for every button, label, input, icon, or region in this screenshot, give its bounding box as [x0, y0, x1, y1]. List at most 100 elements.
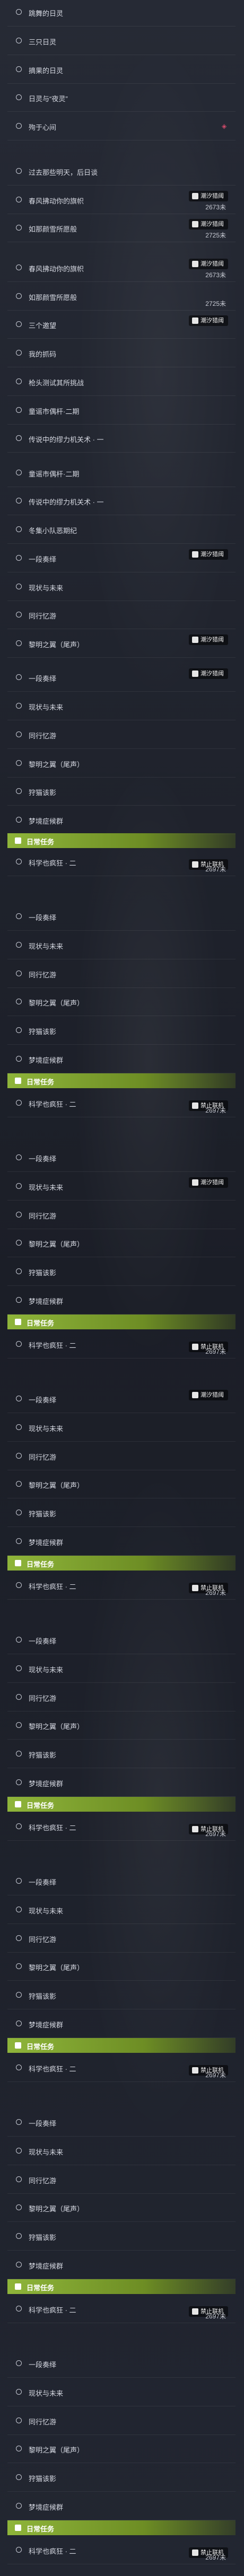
quest-row[interactable]: 梦境症候群: [7, 1288, 236, 1315]
daily-quest-header: 日常任务: [7, 2520, 236, 2535]
quest-row[interactable]: 传说中的缪力机关术 · 一: [7, 426, 236, 453]
quest-row[interactable]: 同行忆游: [7, 1685, 236, 1712]
radio-circle-icon: [16, 38, 22, 43]
quest-row[interactable]: 现状与未来: [7, 694, 236, 720]
quest-row[interactable]: 如那颜雪所愿般 2725未: [7, 284, 236, 311]
quest-title: 科学也疯狂 · 二: [29, 2065, 76, 2073]
quest-row[interactable]: 现状与未来: [7, 2380, 236, 2406]
quest-row[interactable]: 黎明之翼（尾声）: [7, 1231, 236, 1257]
quest-row[interactable]: 梦境症候群: [7, 808, 236, 834]
quest-row[interactable]: 狩猫该影: [7, 1018, 236, 1045]
quest-row[interactable]: 童谣市偶杆·二期: [7, 398, 236, 425]
quest-row[interactable]: 一段奏绎 潮汐猎阈: [7, 546, 236, 572]
quest-row[interactable]: 梦境症候群: [7, 1047, 236, 1073]
quest-row[interactable]: 跳舞的日灵: [7, 0, 236, 27]
quest-row[interactable]: 春风拂动你的旗帜 潮汐猎阈 2673未: [7, 255, 236, 282]
quest-title: 现状与未来: [29, 703, 64, 711]
quest-row[interactable]: 枪头测试其所挑战: [7, 369, 236, 396]
quest-row[interactable]: 现状与未来 潮汐猎阈: [7, 1174, 236, 1201]
quest-row[interactable]: 现状与未来: [7, 1656, 236, 1683]
quest-row[interactable]: 一段奏绎: [7, 904, 236, 931]
radio-circle-icon: [16, 1027, 22, 1033]
quest-row[interactable]: 黎明之翼（尾声）: [7, 990, 236, 1016]
quest-row[interactable]: 狩猫该影: [7, 1742, 236, 1768]
radio-circle-icon: [16, 731, 22, 737]
quest-row[interactable]: 传说中的缪力机关术 · 一: [7, 489, 236, 515]
quest-row[interactable]: 如那颜雪所愿般 潮汐猎阈 2725未: [7, 216, 236, 242]
quest-row[interactable]: 梦境症候群: [7, 2494, 236, 2520]
quest-count: 2725未: [205, 300, 226, 307]
quest-row[interactable]: 一段奏绎: [7, 2351, 236, 2378]
quest-title: 狩猫该影: [29, 1992, 57, 2000]
quest-row[interactable]: 童谣市偶杆·二期: [7, 461, 236, 487]
quest-row[interactable]: 科学也疯狂 · 二禁止联机 2697未: [7, 1332, 236, 1358]
quest-row[interactable]: 同行忆游: [7, 961, 236, 988]
quest-row[interactable]: 同行忆游: [7, 2167, 236, 2194]
quest-row[interactable]: 一段奏绎: [7, 1869, 236, 1895]
quest-title: 狩猫该影: [29, 2475, 57, 2483]
quest-row[interactable]: 春风拂动你的旗帜 潮汐猎阈 2673未: [7, 188, 236, 214]
quest-row[interactable]: 梦境症候群: [7, 1770, 236, 1797]
quest-title: 梦境症候群: [29, 1056, 64, 1064]
quest-row[interactable]: 殉于心间 ◈: [7, 114, 236, 140]
quest-row[interactable]: 现状与未来: [7, 1898, 236, 1924]
quest-title: 一段奏绎: [29, 1396, 57, 1404]
quest-row[interactable]: 现状与未来: [7, 575, 236, 601]
quest-row[interactable]: 日灵与“夜灵”: [7, 85, 236, 112]
quest-row[interactable]: 同行忆游: [7, 1203, 236, 1229]
quest-row[interactable]: 同行忆游: [7, 1926, 236, 1953]
quest-row[interactable]: 科学也疯狂 · 二禁止联机 2697未: [7, 2055, 236, 2082]
quest-row[interactable]: 一段奏绎: [7, 2110, 236, 2137]
quest-row[interactable]: 同行忆游: [7, 603, 236, 629]
quest-row[interactable]: 三个邀望 潮汐猎阈: [7, 312, 236, 339]
quest-title: 现状与未来: [29, 1425, 64, 1433]
quest-row[interactable]: 一段奏绎 潮汐猎阈: [7, 1387, 236, 1413]
quest-row[interactable]: 梦境症候群: [7, 2012, 236, 2038]
quest-row[interactable]: 同行忆游: [7, 1444, 236, 1470]
quest-row[interactable]: 狩猫该影: [7, 2224, 236, 2251]
quest-row[interactable]: 现状与未来: [7, 2139, 236, 2165]
quest-row[interactable]: 黎明之翼（尾声）: [7, 1954, 236, 1981]
quest-row[interactable]: 一段奏绎: [7, 1145, 236, 1172]
quest-row[interactable]: 同行忆游: [7, 2409, 236, 2435]
quest-title: 我的抓码: [29, 350, 57, 358]
quest-title: 一段奏绎: [29, 914, 57, 922]
quest-row[interactable]: 科学也疯狂 · 二禁止联机 2697未: [7, 1573, 236, 1600]
quest-row[interactable]: 黎明之翼（尾声） 潮汐猎阈: [7, 631, 236, 658]
quest-row[interactable]: 狩猫该影: [7, 779, 236, 806]
quest-row[interactable]: 黎明之翼（尾声）: [7, 1472, 236, 1498]
quest-row[interactable]: 科学也疯狂 · 二禁止联机 2697未: [7, 1814, 236, 1841]
quest-row[interactable]: 一段奏绎 潮汐猎阈: [7, 665, 236, 692]
quest-row[interactable]: 三只日灵: [7, 29, 236, 55]
quest-row[interactable]: 同行忆游: [7, 722, 236, 749]
quest-row[interactable]: 我的抓码: [7, 341, 236, 367]
quest-row[interactable]: 黎明之翼（尾声）: [7, 751, 236, 778]
quest-row[interactable]: 狩猫该影: [7, 1983, 236, 2009]
quest-title: 同行忆游: [29, 971, 57, 979]
quest-row[interactable]: 摘果的日灵: [7, 57, 236, 84]
quest-row[interactable]: 冬集小队恶期纪: [7, 517, 236, 544]
quest-row[interactable]: 狩猫该影: [7, 2465, 236, 2492]
quest-row[interactable]: 一段奏绎: [7, 1628, 236, 1654]
quest-title: 同行忆游: [29, 612, 57, 620]
radio-circle-icon: [16, 2446, 22, 2451]
quest-row[interactable]: 黎明之翼（尾声）: [7, 1713, 236, 1740]
quest-row[interactable]: 过去那些明天，后日谈: [7, 159, 236, 186]
quest-row[interactable]: 现状与未来: [7, 933, 236, 959]
quest-row[interactable]: 狩猫该影: [7, 1259, 236, 1286]
quest-row[interactable]: 科学也疯狂 · 二禁止联机 2697未: [7, 850, 236, 876]
quest-row[interactable]: 黎明之翼（尾声）: [7, 2437, 236, 2463]
quest-row[interactable]: 现状与未来: [7, 1415, 236, 1442]
quest-row[interactable]: 科学也疯狂 · 二禁止联机 2697未: [7, 2538, 236, 2564]
quest-row[interactable]: 科学也疯狂 · 二禁止联机 2697未: [7, 1091, 236, 1117]
quest-count: 2697未: [205, 1348, 226, 1355]
quest-row[interactable]: 科学也疯狂 · 二禁止联机 2697未: [7, 2297, 236, 2323]
radio-circle-icon: [16, 2360, 22, 2366]
daily-quest-header: 日常任务: [7, 833, 236, 848]
quest-row[interactable]: 黎明之翼（尾声）: [7, 2195, 236, 2222]
quest-title: 科学也疯狂 · 二: [29, 1824, 76, 1832]
quest-row[interactable]: 梦境症候群: [7, 1529, 236, 1556]
diamond-marker-icon: ◈: [222, 122, 227, 130]
quest-row[interactable]: 狩猫该影: [7, 1501, 236, 1527]
quest-row[interactable]: 梦境症候群: [7, 2253, 236, 2279]
